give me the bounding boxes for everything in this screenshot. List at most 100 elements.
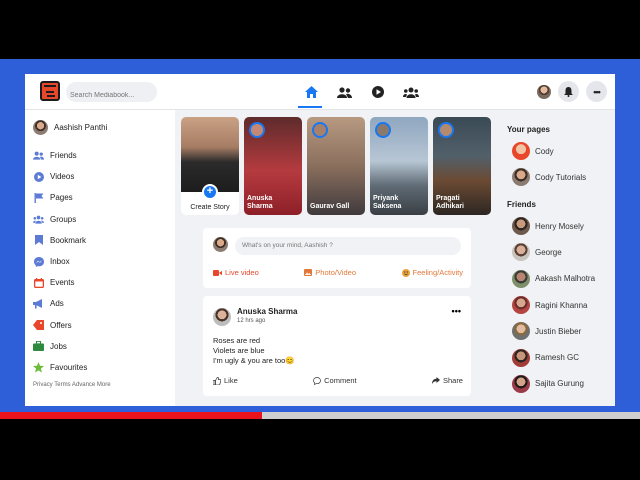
video-progress-bar[interactable]	[0, 412, 640, 419]
photo-video-button[interactable]: Photo/Video	[304, 268, 356, 277]
post-actions: Like Comment Share	[213, 376, 463, 385]
calendar-icon	[33, 277, 44, 288]
page-avatar	[512, 168, 530, 187]
friend-item[interactable]: Ramesh GC	[512, 344, 595, 370]
friend-item[interactable]: George	[512, 239, 595, 265]
megaphone-icon	[33, 298, 44, 309]
user-name: Aashish Panthi	[54, 123, 108, 132]
friend-item[interactable]: Aakash Malhotra	[512, 266, 595, 292]
post-options-icon[interactable]: •••	[452, 306, 461, 316]
page-item[interactable]: Cody Tutorials	[512, 164, 586, 190]
page-item[interactable]: Cody	[512, 138, 586, 164]
friends-list: Henry Mosely George Aakash Malhotra Ragi…	[512, 213, 595, 397]
plus-icon[interactable]: +	[202, 184, 218, 200]
sidebar-item-events[interactable]: Events	[33, 272, 87, 293]
home-tab[interactable]	[295, 74, 328, 110]
story-avatar	[375, 122, 391, 138]
user-avatar	[33, 120, 48, 135]
mediabook-logo[interactable]	[40, 81, 60, 101]
groups-icon	[33, 214, 44, 225]
sidebar-item-offers[interactable]: Offers	[33, 315, 87, 336]
main-nav	[295, 74, 427, 110]
app-window: ••• Aashish Panthi Friends Videos Pages	[25, 74, 615, 406]
story-author: Priyank Saksena	[373, 195, 402, 210]
like-button[interactable]: Like	[213, 376, 238, 385]
your-pages-heading: Your pages	[507, 125, 550, 134]
feeling-activity-button[interactable]: Feeling/Activity	[401, 268, 463, 277]
composer-avatar	[213, 237, 228, 252]
video-progress-fill	[0, 412, 263, 419]
smiley-icon	[401, 268, 410, 277]
flag-icon	[33, 192, 44, 203]
share-icon	[431, 377, 440, 384]
story-avatar	[312, 122, 328, 138]
video-icon	[33, 171, 44, 182]
friend-avatar	[512, 296, 530, 315]
post-author-avatar[interactable]	[213, 308, 231, 326]
create-story-card[interactable]: + Create Story	[181, 117, 239, 215]
sidebar-item-pages[interactable]: Pages	[33, 187, 87, 208]
friend-avatar	[512, 217, 530, 236]
friends-icon	[33, 150, 44, 161]
story-author: Gaurav Gall	[310, 203, 350, 210]
sidebar-menu: Friends Videos Pages Groups Bookmark Inb…	[33, 145, 87, 378]
sidebar-profile[interactable]: Aashish Panthi	[33, 120, 107, 135]
friend-avatar	[512, 348, 530, 367]
post-composer: What's on your mind, Aashish ? Live vide…	[203, 228, 471, 288]
groups-tab[interactable]	[394, 74, 427, 110]
notifications-button[interactable]	[558, 81, 579, 102]
search-input[interactable]	[66, 82, 157, 102]
comment-icon	[313, 376, 321, 385]
live-video-button[interactable]: Live video	[213, 268, 259, 277]
post-author[interactable]: Anuska Sharma	[237, 307, 297, 316]
friend-item[interactable]: Sajita Gurung	[512, 371, 595, 397]
composer-input[interactable]: What's on your mind, Aashish ?	[235, 237, 461, 255]
story-author: Pragati Adhikari	[436, 195, 465, 210]
briefcase-icon	[33, 341, 44, 352]
create-story-label: Create Story	[190, 204, 230, 211]
story-card[interactable]: Pragati Adhikari	[433, 117, 491, 215]
sidebar-item-ads[interactable]: Ads	[33, 293, 87, 314]
friend-item[interactable]: Henry Mosely	[512, 213, 595, 239]
sidebar-item-jobs[interactable]: Jobs	[33, 336, 87, 357]
page-avatar	[512, 142, 530, 161]
messenger-icon	[33, 256, 44, 267]
top-right-controls: •••	[537, 81, 607, 102]
footer-links[interactable]: Privacy Terms Advance More	[33, 382, 111, 388]
friends-tab[interactable]	[328, 74, 361, 110]
feed-post: Anuska Sharma 12 hrs ago ••• Roses are r…	[203, 296, 471, 396]
story-card[interactable]: Anuska Sharma	[244, 117, 302, 215]
left-sidebar: Aashish Panthi Friends Videos Pages Grou…	[25, 110, 175, 406]
story-avatar	[249, 122, 265, 138]
friend-avatar	[512, 269, 530, 288]
watch-icon	[371, 86, 384, 98]
profile-avatar[interactable]	[537, 84, 551, 99]
story-card[interactable]: Priyank Saksena	[370, 117, 428, 215]
top-bar: •••	[25, 74, 615, 110]
share-button[interactable]: Share	[431, 376, 463, 385]
more-dots-icon: •••	[593, 86, 601, 97]
friend-item[interactable]: Ragini Khanna	[512, 292, 595, 318]
more-menu-button[interactable]: •••	[586, 81, 607, 102]
story-card[interactable]: Gaurav Gall	[307, 117, 365, 215]
home-icon	[305, 86, 318, 98]
story-avatar	[438, 122, 454, 138]
sidebar-item-friends[interactable]: Friends	[33, 145, 87, 166]
sidebar-item-inbox[interactable]: Inbox	[33, 251, 87, 272]
post-timestamp: 12 hrs ago	[237, 318, 266, 324]
sidebar-item-groups[interactable]: Groups	[33, 209, 87, 230]
story-author: Anuska Sharma	[247, 195, 273, 210]
photo-icon	[304, 269, 313, 276]
emoji: 😊	[285, 356, 295, 365]
star-icon	[33, 361, 44, 373]
pages-list: Cody Cody Tutorials	[512, 138, 586, 191]
stories-row: + Create Story Anuska Sharma Gaurav Gall…	[181, 117, 491, 215]
sidebar-item-favourites[interactable]: Favourites	[33, 357, 87, 378]
sidebar-item-bookmark[interactable]: Bookmark	[33, 230, 87, 251]
sidebar-item-videos[interactable]: Videos	[33, 166, 87, 187]
comment-button[interactable]: Comment	[313, 376, 357, 385]
post-body: Roses are red Violets are blue I'm ugly …	[213, 336, 295, 365]
groups-icon	[402, 87, 419, 98]
friend-item[interactable]: Justin Bieber	[512, 318, 595, 344]
watch-tab[interactable]	[361, 74, 394, 110]
